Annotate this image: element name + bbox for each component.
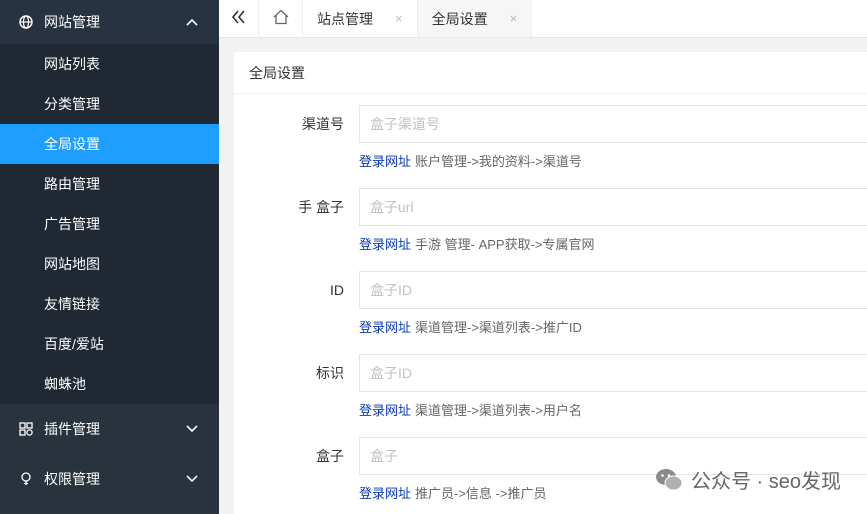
help-text: 渠道管理->渠道列表->用户名	[415, 403, 582, 418]
help-text: 手游 管理- APP获取->专属官网	[415, 237, 595, 252]
box-id-input[interactable]	[359, 271, 867, 309]
menu-plugin-manage-label: 插件管理	[44, 421, 100, 437]
form-label: 渠道号	[302, 116, 344, 132]
card-title: 全局设置	[234, 52, 867, 94]
watermark: 公众号 · seo发现	[655, 465, 841, 494]
chevron-down-icon	[185, 472, 199, 486]
globe-icon	[18, 14, 34, 30]
login-link[interactable]: 登录网址	[359, 320, 411, 335]
login-link[interactable]: 登录网址	[359, 403, 411, 418]
help-text: 账户管理->我的资料->渠道号	[415, 154, 582, 169]
form-help: 登录网址 推广员->信息 ->推广员	[359, 483, 546, 502]
form-label: 手 盒子	[298, 199, 344, 215]
tab-global-settings[interactable]: 全局设置 ×	[417, 0, 533, 37]
sidebar-item-baidu-aizhan[interactable]: 百度/爱站	[0, 324, 219, 364]
login-link[interactable]: 登录网址	[359, 237, 411, 252]
form-label: 标识	[316, 365, 344, 381]
lightbulb-icon	[18, 471, 34, 487]
settings-card: 全局设置 渠道号 登录网址账户管理->我的资料->渠道号 手 盒子 登录网址手游…	[234, 52, 867, 514]
form-label: 盒子	[316, 448, 344, 464]
form-help: 登录网址 账户管理->我的资料->渠道号	[359, 151, 582, 170]
menu-site-manage-label: 网站管理	[44, 14, 100, 30]
site-submenu: 网站列表 分类管理 全局设置 路由管理 广告管理 网站地图 友情链接 百度/爱站…	[0, 44, 219, 404]
collapse-sidebar-button[interactable]	[219, 0, 259, 37]
tab-label: 站点管理	[317, 10, 373, 27]
double-chevron-left-icon	[231, 10, 247, 27]
form-help: 登录网址 渠道管理->渠道列表->用户名	[359, 400, 582, 419]
sidebar-item-ads[interactable]: 广告管理	[0, 204, 219, 244]
box-url-input[interactable]	[359, 188, 867, 226]
tab-bar: 站点管理 × 全局设置 ×	[219, 0, 867, 38]
login-link[interactable]: 登录网址	[359, 154, 411, 169]
menu-site-manage[interactable]: 网站管理	[0, 0, 219, 44]
sidebar-item-spider-pool[interactable]: 蜘蛛池	[0, 364, 219, 404]
main-content: 全局设置 渠道号 登录网址账户管理->我的资料->渠道号 手 盒子 登录网址手游…	[219, 38, 867, 514]
close-icon[interactable]: ×	[510, 11, 518, 26]
tab-site-manage[interactable]: 站点管理 ×	[303, 0, 418, 37]
login-link[interactable]: 登录网址	[359, 486, 411, 501]
chevron-down-icon	[185, 422, 199, 436]
sidebar-item-friend-links[interactable]: 友情链接	[0, 284, 219, 324]
close-icon[interactable]: ×	[395, 11, 403, 26]
watermark-text: 公众号 · seo发现	[690, 471, 841, 493]
menu-permission-manage-label: 权限管理	[44, 471, 100, 487]
menu-plugin-manage[interactable]: 插件管理	[0, 404, 219, 454]
sidebar-item-routes[interactable]: 路由管理	[0, 164, 219, 204]
home-tab[interactable]	[259, 0, 303, 37]
chevron-up-icon	[185, 15, 199, 29]
tab-label: 全局设置	[431, 10, 488, 27]
form-help: 登录网址 手游 管理- APP获取->专属官网	[359, 234, 595, 253]
home-icon	[273, 9, 289, 28]
channel-input[interactable]	[359, 105, 867, 143]
menu-permission-manage[interactable]: 权限管理	[0, 454, 219, 504]
form-help: 登录网址 渠道管理->渠道列表->推广ID	[359, 317, 582, 336]
wechat-icon	[655, 467, 683, 493]
identifier-input[interactable]	[359, 354, 867, 392]
sidebar-item-global-settings[interactable]: 全局设置	[0, 124, 219, 164]
sidebar-item-sitemap[interactable]: 网站地图	[0, 244, 219, 284]
form-label: ID	[330, 282, 344, 298]
help-text: 推广员->信息 ->推广员	[415, 486, 547, 501]
sidebar: 网站管理 网站列表 分类管理 全局设置 路由管理 广告管理 网站地图 友情链接 …	[0, 0, 219, 514]
help-text: 渠道管理->渠道列表->推广ID	[415, 320, 582, 335]
plugin-icon	[18, 421, 34, 437]
sidebar-item-category[interactable]: 分类管理	[0, 84, 219, 124]
sidebar-item-site-list[interactable]: 网站列表	[0, 44, 219, 84]
